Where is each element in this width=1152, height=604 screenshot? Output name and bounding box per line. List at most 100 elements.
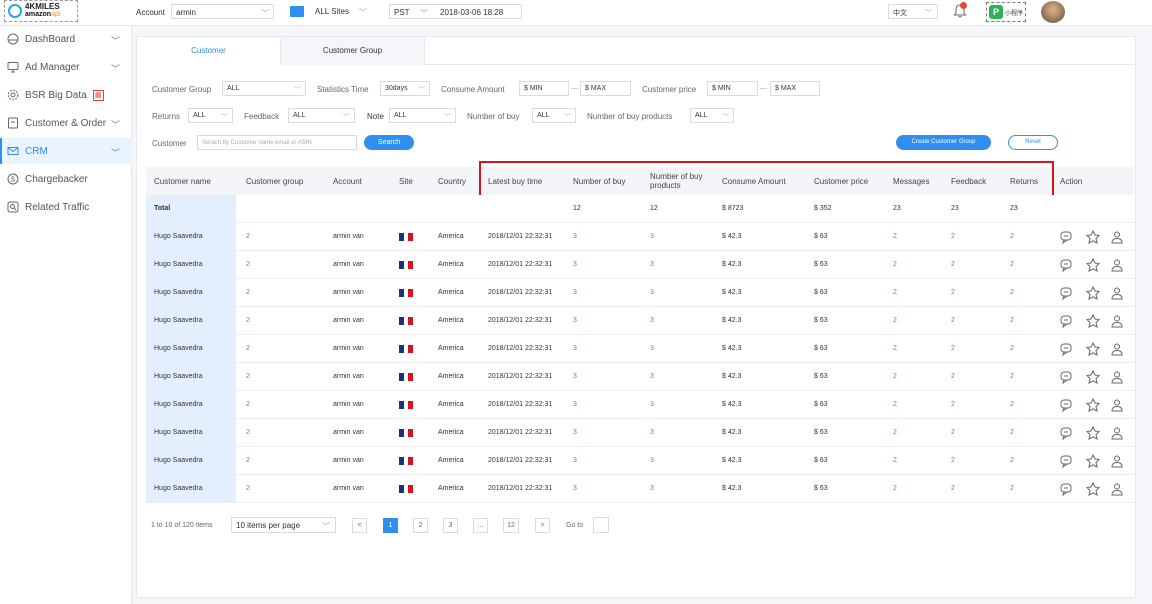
- feedback-link[interactable]: 2: [951, 391, 955, 419]
- returns-link[interactable]: 2: [1010, 251, 1014, 279]
- message-icon[interactable]: [1059, 454, 1073, 468]
- messages-link[interactable]: 2: [893, 307, 897, 335]
- feedback-link[interactable]: 2: [951, 335, 955, 363]
- page-12-button[interactable]: 12: [503, 518, 519, 533]
- pin-icon[interactable]: [1086, 314, 1100, 328]
- page-size-select[interactable]: 10 items per page ﹀: [231, 517, 336, 533]
- number-of-buy-products-link[interactable]: 3: [650, 335, 654, 363]
- number-of-buy-select[interactable]: ALL ﹀: [532, 108, 576, 123]
- messages-link[interactable]: 2: [893, 279, 897, 307]
- user-group-icon[interactable]: [1110, 454, 1124, 468]
- column-header[interactable]: Account: [333, 167, 362, 195]
- mini-program-button[interactable]: P 小程序: [986, 2, 1026, 22]
- message-icon[interactable]: [1059, 314, 1073, 328]
- message-icon[interactable]: [1059, 370, 1073, 384]
- column-header[interactable]: Country: [438, 167, 466, 195]
- messages-link[interactable]: 2: [893, 223, 897, 251]
- returns-link[interactable]: 2: [1010, 391, 1014, 419]
- returns-link[interactable]: 2: [1010, 279, 1014, 307]
- number-of-buy-products-link[interactable]: 3: [650, 391, 654, 419]
- messages-link[interactable]: 2: [893, 475, 897, 503]
- number-of-buy-link[interactable]: 3: [573, 447, 577, 475]
- customer-group-link[interactable]: 2: [246, 251, 250, 279]
- create-customer-group-button[interactable]: Create Customer Group: [896, 135, 991, 150]
- number-of-buy-link[interactable]: 3: [573, 475, 577, 503]
- table-row[interactable]: Hugo Saavedra 2 armin van America 2018/12/01…: [146, 307, 1134, 335]
- returns-link[interactable]: 2: [1010, 475, 1014, 503]
- pin-icon[interactable]: [1086, 426, 1100, 440]
- pin-icon[interactable]: [1086, 286, 1100, 300]
- user-group-icon[interactable]: [1110, 370, 1124, 384]
- column-header[interactable]: Customer group: [246, 167, 303, 195]
- customer-group-link[interactable]: 2: [246, 363, 250, 391]
- tab-customer-group[interactable]: Customer Group: [281, 37, 425, 65]
- pin-icon[interactable]: [1086, 230, 1100, 244]
- customer-group-select[interactable]: ALL ﹀: [222, 81, 306, 96]
- number-of-buy-products-link[interactable]: 3: [650, 279, 654, 307]
- feedback-link[interactable]: 2: [951, 279, 955, 307]
- messages-link[interactable]: 2: [893, 251, 897, 279]
- sidebar-item-chargebacker[interactable]: $ Chargebacker: [0, 166, 132, 192]
- pin-icon[interactable]: [1086, 258, 1100, 272]
- returns-link[interactable]: 2: [1010, 223, 1014, 251]
- pin-icon[interactable]: [1086, 342, 1100, 356]
- customer-group-link[interactable]: 2: [246, 223, 250, 251]
- note-select[interactable]: ALL ﹀: [389, 108, 456, 123]
- feedback-link[interactable]: 2: [951, 475, 955, 503]
- consume-min-input[interactable]: $ MIN: [519, 81, 569, 96]
- table-row[interactable]: Hugo Saavedra 2 armin van America 2018/12/01…: [146, 279, 1134, 307]
- number-of-buy-products-link[interactable]: 3: [650, 447, 654, 475]
- page-2-button[interactable]: 2: [413, 518, 428, 533]
- customer-group-link[interactable]: 2: [246, 419, 250, 447]
- prev-page-button[interactable]: <: [352, 518, 367, 533]
- user-group-icon[interactable]: [1110, 342, 1124, 356]
- sidebar-item-bsr-big-data[interactable]: BSR Big Data ▦: [0, 82, 132, 108]
- table-row[interactable]: Hugo Saavedra 2 armin van America 2018/12/01…: [146, 447, 1134, 475]
- customer-group-link[interactable]: 2: [246, 307, 250, 335]
- returns-select[interactable]: ALL ﹀: [188, 108, 233, 123]
- number-of-buy-products-link[interactable]: 3: [650, 307, 654, 335]
- messages-link[interactable]: 2: [893, 363, 897, 391]
- messages-link[interactable]: 2: [893, 335, 897, 363]
- feedback-link[interactable]: 2: [951, 447, 955, 475]
- customer-group-link[interactable]: 2: [246, 391, 250, 419]
- sidebar-item-customer-order[interactable]: Customer & Order ﹀: [0, 110, 132, 136]
- messages-link[interactable]: 2: [893, 419, 897, 447]
- number-of-buy-link[interactable]: 3: [573, 419, 577, 447]
- table-row[interactable]: Hugo Saavedra 2 armin van America 2018/12/01…: [146, 391, 1134, 419]
- customer-search-input[interactable]: Serach by Customer name email or ASIN: [197, 135, 357, 150]
- page-ellipsis[interactable]: ...: [473, 518, 488, 533]
- user-group-icon[interactable]: [1110, 230, 1124, 244]
- account-select[interactable]: armin ﹀: [171, 4, 274, 19]
- user-group-icon[interactable]: [1110, 258, 1124, 272]
- tab-customer[interactable]: Customer: [137, 37, 281, 65]
- table-row[interactable]: Hugo Saavedra 2 armin van America 2018/12/01…: [146, 475, 1134, 503]
- table-row[interactable]: Hugo Saavedra 2 armin van America 2018/12/01…: [146, 251, 1134, 279]
- number-of-buy-link[interactable]: 3: [573, 307, 577, 335]
- reset-button[interactable]: Reset: [1008, 135, 1058, 150]
- message-icon[interactable]: [1059, 398, 1073, 412]
- messages-link[interactable]: 2: [893, 391, 897, 419]
- number-of-buy-products-link[interactable]: 3: [650, 223, 654, 251]
- feedback-link[interactable]: 2: [951, 223, 955, 251]
- number-of-buy-products-link[interactable]: 3: [650, 363, 654, 391]
- returns-link[interactable]: 2: [1010, 419, 1014, 447]
- message-icon[interactable]: [1059, 482, 1073, 496]
- statistics-time-select[interactable]: 30days ﹀: [380, 81, 430, 96]
- messages-link[interactable]: 2: [893, 447, 897, 475]
- user-group-icon[interactable]: [1110, 398, 1124, 412]
- feedback-select[interactable]: ALL ﹀: [288, 108, 355, 123]
- feedback-link[interactable]: 2: [951, 251, 955, 279]
- table-row[interactable]: Hugo Saavedra 2 armin van America 2018/12/01…: [146, 223, 1134, 251]
- customer-group-link[interactable]: 2: [246, 447, 250, 475]
- table-row[interactable]: Hugo Saavedra 2 armin van America 2018/12/01…: [146, 363, 1134, 391]
- pin-icon[interactable]: [1086, 482, 1100, 496]
- price-min-input[interactable]: $ MIN: [707, 81, 758, 96]
- user-group-icon[interactable]: [1110, 314, 1124, 328]
- number-of-buy-products-select[interactable]: ALL ﹀: [690, 108, 734, 123]
- returns-link[interactable]: 2: [1010, 307, 1014, 335]
- number-of-buy-link[interactable]: 3: [573, 251, 577, 279]
- customer-group-link[interactable]: 2: [246, 475, 250, 503]
- message-icon[interactable]: [1059, 426, 1073, 440]
- sites-select[interactable]: ALL Sites ﹀: [311, 4, 373, 19]
